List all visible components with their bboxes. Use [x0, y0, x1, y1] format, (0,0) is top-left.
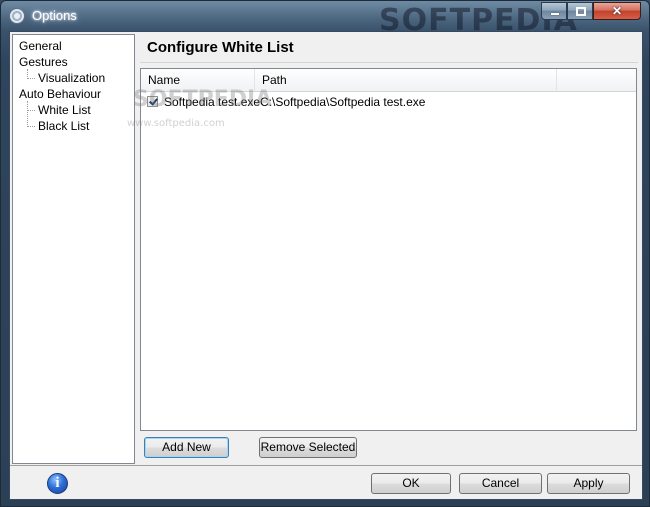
- softpedia-url-watermark: www.softpedia.com: [127, 118, 225, 129]
- close-icon: ✕: [611, 4, 623, 18]
- page-title: Configure White List: [147, 39, 294, 56]
- window-title: Options: [32, 8, 77, 23]
- tree-item-gestures[interactable]: Gestures: [19, 55, 68, 69]
- row-path: C:\Softpedia\Softpedia test.exe: [260, 95, 426, 109]
- column-header-empty[interactable]: [557, 69, 636, 91]
- divider: [140, 62, 638, 63]
- tree-connector: [27, 110, 35, 111]
- tree-item-general[interactable]: General: [19, 39, 62, 53]
- tree-connector: [27, 126, 35, 127]
- title-bar[interactable]: Options SOFTPEDIA ✕: [1, 1, 649, 38]
- info-icon[interactable]: i: [47, 473, 68, 494]
- tree-item-black-list[interactable]: Black List: [38, 119, 89, 133]
- divider: [10, 465, 642, 466]
- options-tree[interactable]: General Gestures Visualization Auto Beha…: [12, 34, 135, 464]
- white-list-table[interactable]: Name Path Softpedia test.exe C:\Softpedi…: [127, 68, 637, 431]
- tree-connector: [27, 78, 35, 79]
- tree-connector: [27, 101, 28, 127]
- apply-button[interactable]: Apply: [547, 473, 630, 494]
- tree-item-white-list[interactable]: White List: [38, 103, 91, 117]
- minimize-button[interactable]: [541, 2, 567, 20]
- dialog-body: General Gestures Visualization Auto Beha…: [9, 31, 643, 500]
- maximize-button[interactable]: [567, 2, 593, 20]
- gear-icon: [10, 9, 24, 23]
- tree-item-auto-behaviour[interactable]: Auto Behaviour: [19, 87, 101, 101]
- add-new-button[interactable]: Add New: [144, 437, 229, 458]
- ok-button[interactable]: OK: [371, 473, 451, 494]
- softpedia-watermark: SOFTPEDIA: [133, 87, 273, 112]
- tree-item-visualization[interactable]: Visualization: [38, 71, 105, 85]
- cancel-button[interactable]: Cancel: [459, 473, 542, 494]
- close-button[interactable]: ✕: [593, 2, 641, 20]
- minimize-icon: [542, 3, 566, 19]
- options-window: Options SOFTPEDIA ✕ General Gestures Vis…: [0, 0, 650, 507]
- remove-selected-button[interactable]: Remove Selected: [259, 437, 357, 458]
- column-header-path[interactable]: Path: [255, 69, 557, 91]
- maximize-icon: [568, 3, 592, 19]
